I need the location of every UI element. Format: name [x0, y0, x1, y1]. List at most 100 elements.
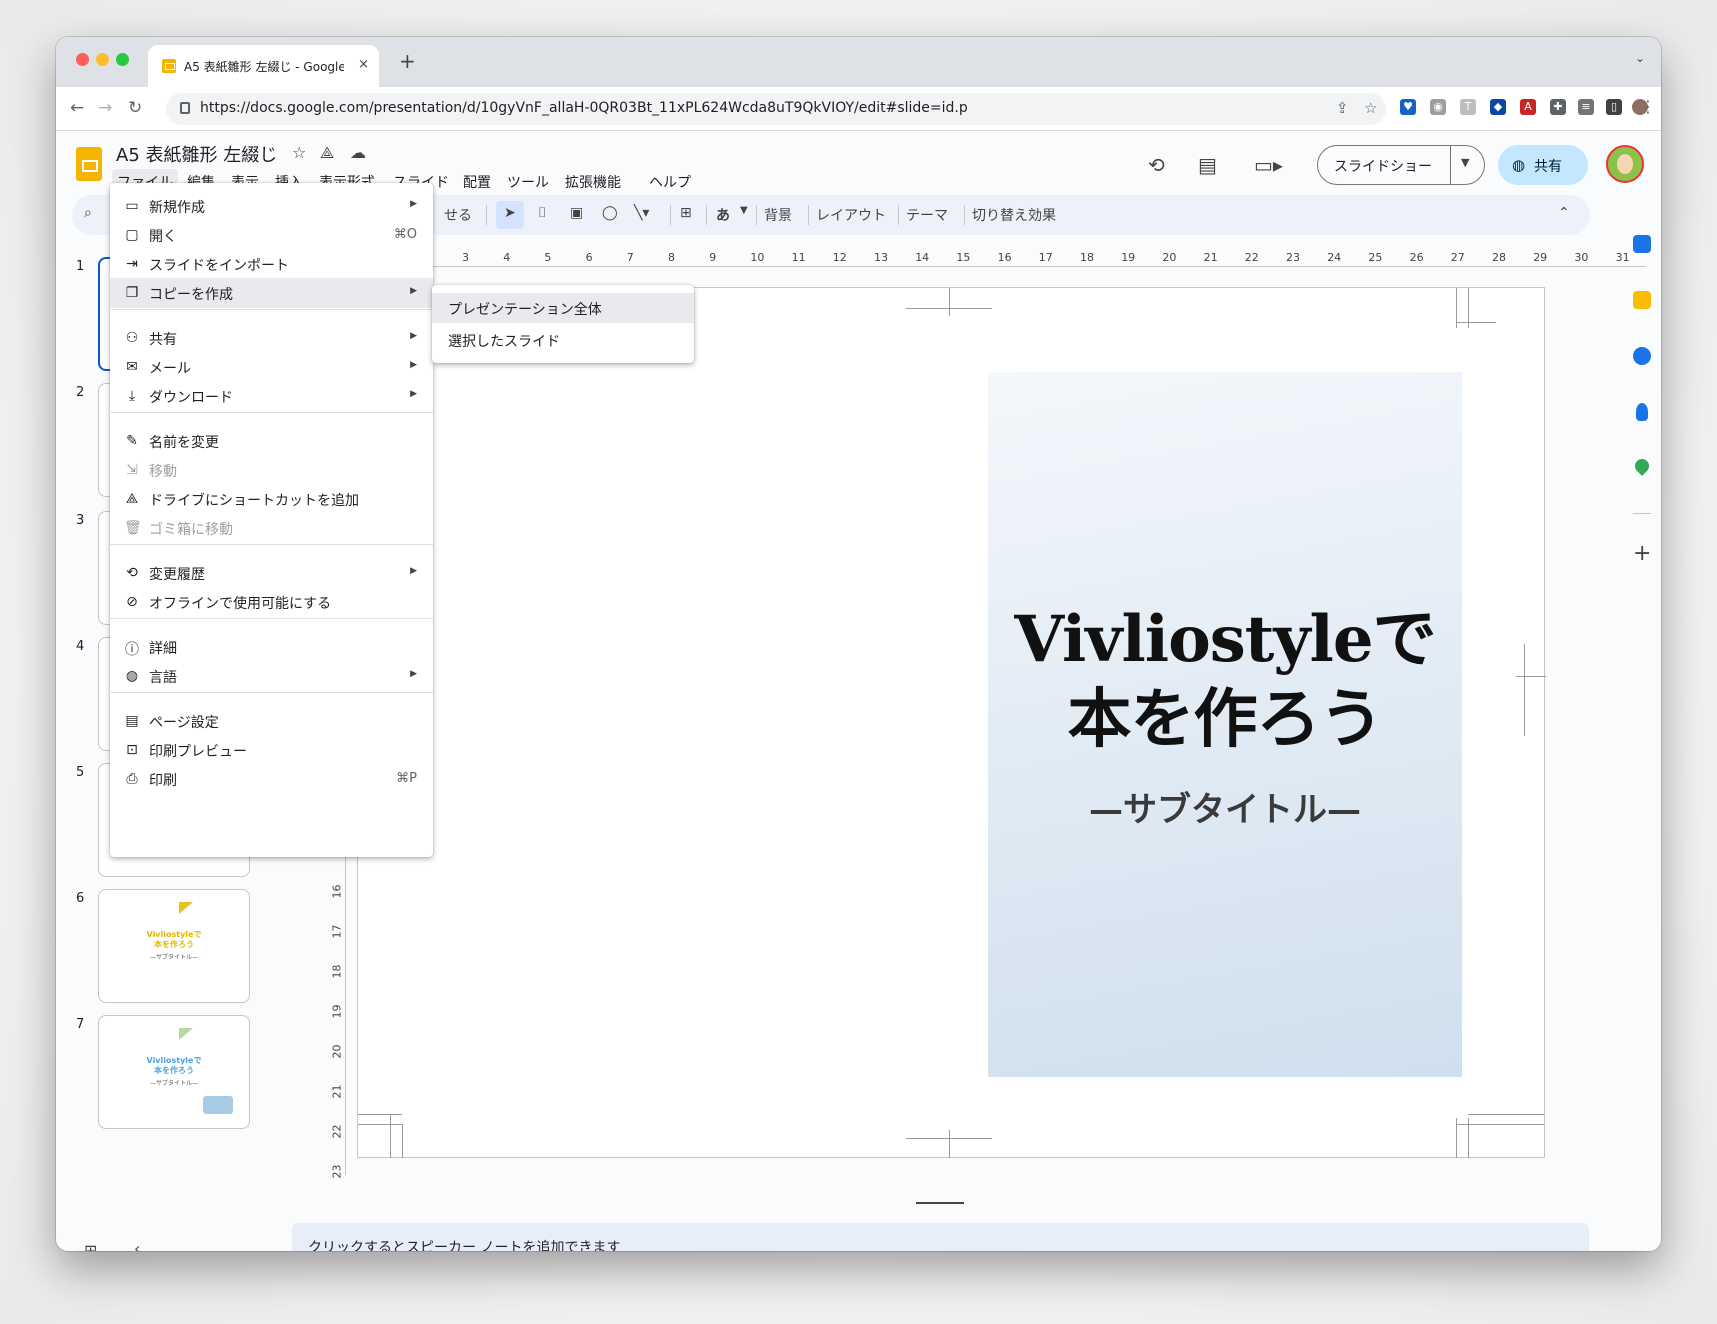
browser-tab[interactable]: A5 表紙雛形 左綴じ - Google ス ×	[148, 45, 379, 87]
reading-list-icon[interactable]: ≡	[1578, 99, 1594, 115]
star-icon[interactable]: ☆	[292, 143, 306, 162]
cover-panel[interactable]: Vivliostyleで 本を作ろう —サブタイトル—	[988, 372, 1462, 1077]
cloud-saved-icon[interactable]: ☁	[350, 143, 366, 162]
minimize-window-button[interactable]	[96, 53, 109, 66]
keep-icon[interactable]	[1633, 291, 1651, 309]
shape-icon[interactable]: ◯	[602, 205, 618, 221]
file-menu-item[interactable]: ⎙ 印刷 ⌘P	[110, 764, 433, 794]
menu-arrange[interactable]: 配置	[458, 169, 496, 193]
tab-search-chevron-icon[interactable]: ⌄	[1635, 51, 1645, 65]
ruler-tick-label: 18	[330, 964, 344, 979]
add-addon-icon[interactable]: +	[1633, 541, 1651, 566]
back-arrow-icon[interactable]: ←	[70, 98, 84, 118]
maps-icon[interactable]	[1632, 456, 1652, 476]
expand-side-panel-icon[interactable]: ›	[1634, 1245, 1640, 1251]
image-icon[interactable]: ▣	[570, 205, 583, 221]
shield-extension-icon[interactable]: ◆	[1490, 99, 1506, 115]
tasks-icon[interactable]	[1633, 347, 1651, 365]
ruler-tick-label: 28	[1492, 251, 1506, 264]
reload-icon[interactable]: ↻	[128, 98, 142, 118]
download-icon: ⤓	[128, 388, 136, 404]
crop-mark	[949, 288, 950, 316]
submenu-arrow-icon: ▶	[410, 389, 417, 399]
copy-selected-slides-item[interactable]: 選択したスライド	[432, 325, 694, 355]
zoom-partial-label[interactable]: せる	[444, 205, 472, 225]
menu-extensions[interactable]: 拡張機能	[560, 169, 626, 193]
menu-help[interactable]: ヘルプ	[644, 169, 696, 193]
search-menus-icon[interactable]: ⌕	[84, 205, 92, 221]
slide-thumbnail-7[interactable]: Vivliostyleで 本を作ろう —サブタイトル—	[98, 1015, 250, 1129]
toolbar-divider	[964, 205, 965, 225]
textbox-icon[interactable]: ⌷	[538, 205, 546, 221]
text-extension-icon[interactable]: T	[1460, 99, 1476, 115]
slide-thumbnail-6[interactable]: Vivliostyleで 本を作ろう —サブタイトル—	[98, 889, 250, 1003]
horizontal-ruler[interactable]: 3 4 5 6 7 8 9 10 11 12 13 14 15 16 17 18 19 20 21 22 23 24 25 2…	[328, 249, 1646, 267]
file-menu-item: 🗑 ゴミ箱に移動	[110, 513, 433, 543]
theme-button[interactable]: テーマ	[906, 205, 948, 225]
share-page-icon[interactable]: ⇪	[1336, 99, 1349, 117]
meet-camera-icon[interactable]: ▭▸	[1254, 153, 1283, 177]
comments-icon[interactable]: ▤	[1198, 153, 1217, 177]
file-menu-item[interactable]: ⇥ スライドをインポート	[110, 249, 433, 279]
file-menu-item[interactable]: ❐ コピーを作成 ▶	[110, 278, 433, 308]
slide-title[interactable]: Vivliostyleで 本を作ろう	[988, 600, 1462, 760]
speaker-notes[interactable]: クリックするとスピーカー ノートを追加できます	[292, 1223, 1589, 1251]
file-menu-item[interactable]: ▢ 開く ⌘O	[110, 220, 433, 250]
file-menu-item[interactable]: ⚇ 共有 ▶	[110, 323, 433, 353]
file-menu-item[interactable]: ▤ ページ設定	[110, 706, 433, 736]
share-button[interactable]: ◍ 共有	[1498, 145, 1588, 185]
address-bar[interactable]: https://docs.google.com/presentation/d/1…	[166, 93, 1386, 125]
camera-extension-icon[interactable]: ◉	[1430, 99, 1446, 115]
ruler-tick-label: 12	[832, 251, 847, 264]
line-icon[interactable]: ╲▾	[634, 205, 649, 221]
new-tab-button[interactable]: +	[399, 51, 416, 71]
collapse-toolbar-icon[interactable]: ⌃	[1558, 205, 1570, 221]
file-menu-item[interactable]: ⊘ オフラインで使用可能にする	[110, 587, 433, 617]
menu-tools[interactable]: ツール	[502, 169, 554, 193]
file-menu-item[interactable]: ⟲ 変更履歴 ▶	[110, 558, 433, 588]
tab-bar: A5 表紙雛形 左綴じ - Google ス × + ⌄	[56, 37, 1661, 87]
file-menu-item[interactable]: ✉ メール ▶	[110, 352, 433, 382]
slide-canvas[interactable]: Vivliostyleで 本を作ろう —サブタイトル—	[357, 287, 1546, 1158]
document-title[interactable]: A5 表紙雛形 左綴じ	[116, 141, 277, 167]
slideshow-button[interactable]: スライドショー ▼	[1317, 145, 1485, 185]
layout-button[interactable]: レイアウト	[816, 205, 886, 225]
transition-button[interactable]: 切り替え効果	[972, 205, 1056, 225]
select-cursor-icon[interactable]: ➤	[504, 205, 516, 221]
notes-resize-handle[interactable]	[916, 1202, 964, 1204]
close-window-button[interactable]	[76, 53, 89, 66]
file-menu-item[interactable]: ▭ 新規作成 ▶	[110, 191, 433, 221]
file-menu-item[interactable]: ⓘ 詳細	[110, 632, 433, 662]
file-menu-item-label: 印刷	[149, 773, 177, 789]
file-menu-item[interactable]: ⊡ 印刷プレビュー	[110, 735, 433, 765]
puzzle-extensions-icon[interactable]: ✚	[1550, 99, 1566, 115]
file-menu-item[interactable]: ✎ 名前を変更	[110, 426, 433, 456]
navigation-bar: ← → ↻ https://docs.google.com/presentati…	[56, 87, 1661, 131]
bookmark-star-icon[interactable]: ☆	[1364, 99, 1377, 117]
move-to-drive-icon[interactable]: ⟁	[320, 143, 334, 163]
slides-logo-icon[interactable]	[76, 147, 102, 181]
file-menu-item[interactable]: ⤓ ダウンロード ▶	[110, 381, 433, 411]
grid-view-icon[interactable]: ⊞	[84, 1241, 97, 1251]
background-button[interactable]: 背景	[764, 205, 792, 225]
input-tools-label[interactable]: あ	[716, 205, 730, 225]
slide-subtitle[interactable]: —サブタイトル—	[988, 782, 1462, 831]
user-avatar[interactable]	[1606, 145, 1644, 183]
tab-close-icon[interactable]: ×	[358, 57, 369, 72]
version-history-icon[interactable]: ⟲	[1148, 153, 1165, 177]
collapse-filmstrip-icon[interactable]: ‹	[134, 1239, 140, 1251]
maximize-window-button[interactable]	[116, 53, 129, 66]
forward-arrow-icon[interactable]: →	[98, 98, 112, 118]
ruler-tick-label: 21	[1203, 251, 1218, 264]
file-menu-item[interactable]: ◍ 言語 ▶	[110, 661, 433, 691]
file-menu-item[interactable]: ⟁ ドライブにショートカットを追加	[110, 484, 433, 514]
input-tools-dropdown-icon[interactable]: ▼	[740, 205, 748, 216]
extension-heart-icon[interactable]: ♥	[1400, 99, 1416, 115]
copy-entire-presentation-item[interactable]: プレゼンテーション全体	[432, 293, 694, 323]
comment-add-icon[interactable]: ⊞	[680, 205, 692, 221]
contacts-icon[interactable]	[1636, 403, 1648, 421]
slideshow-dropdown-icon[interactable]: ▼	[1461, 156, 1469, 169]
pdf-extension-icon[interactable]: A	[1520, 99, 1536, 115]
side-panel-icon[interactable]: ▯	[1606, 99, 1622, 115]
browser-menu-icon[interactable]: ⋮	[1640, 97, 1656, 117]
